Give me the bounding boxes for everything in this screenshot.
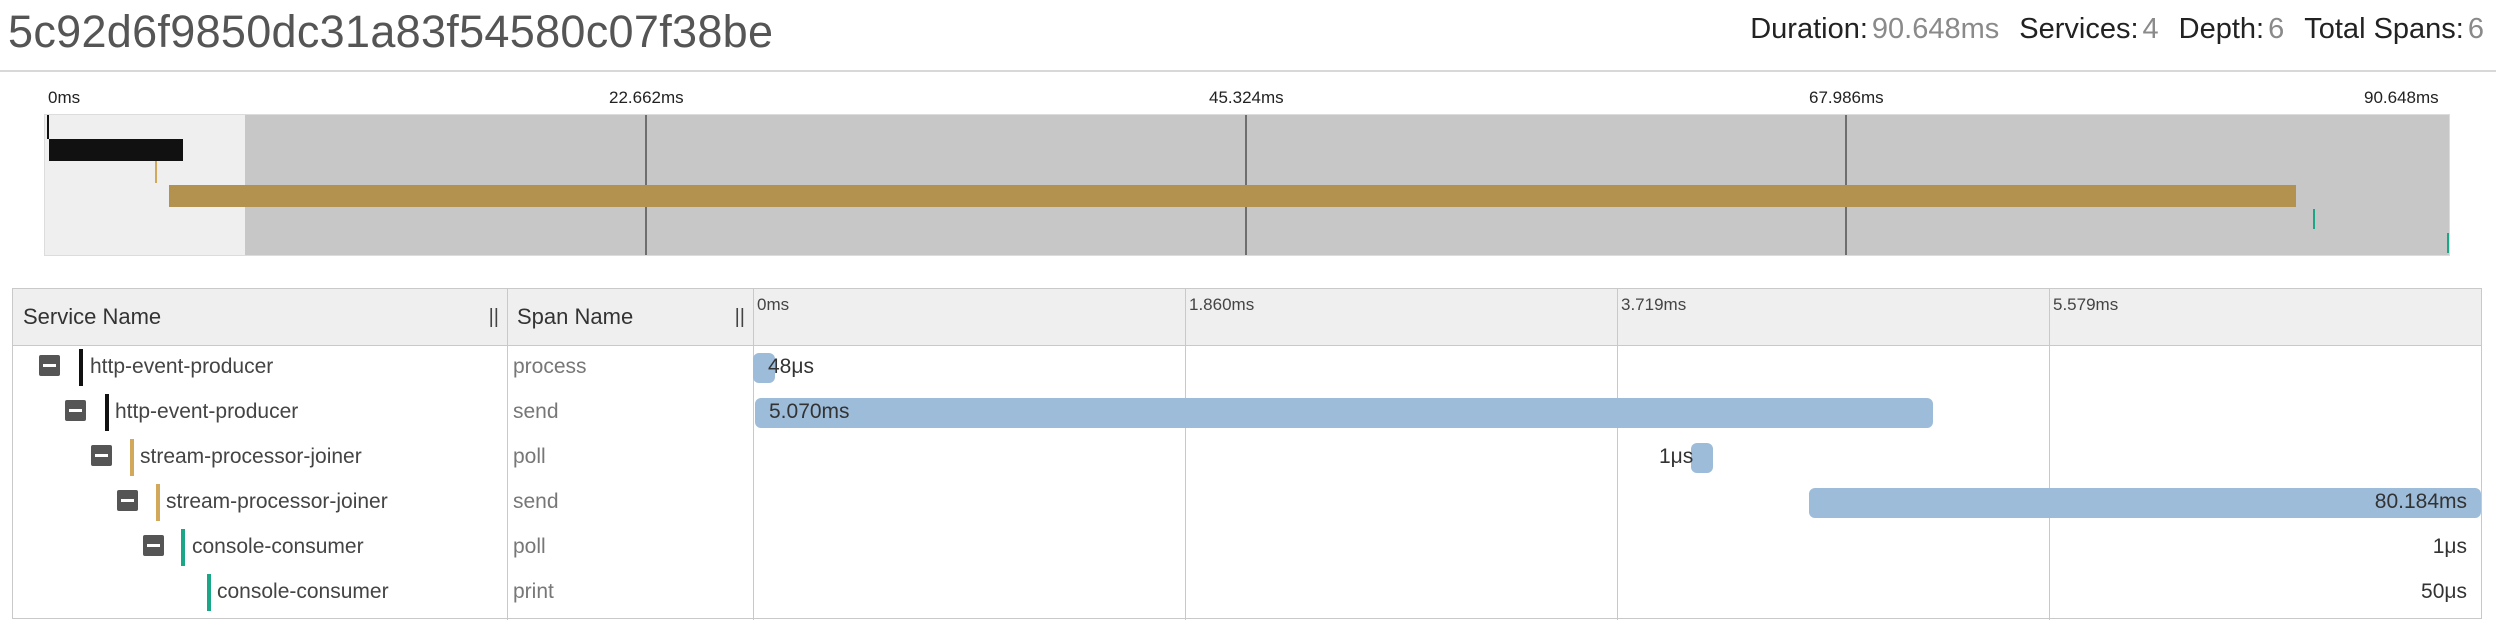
- span-row[interactable]: stream-processor-joiner poll 1μs: [13, 435, 2481, 480]
- span-duration-label: 5.070ms: [769, 400, 850, 423]
- column-resize-handle[interactable]: ||: [489, 289, 499, 345]
- span-table: Service Name || Span Name || 0ms 1.860ms…: [12, 288, 2482, 620]
- service-color-bar: [181, 529, 185, 566]
- stat-value: 6: [2268, 13, 2285, 45]
- stat-label: Duration:: [1750, 13, 1868, 45]
- span-duration-bar[interactable]: [755, 398, 1933, 428]
- span-name: print: [513, 580, 554, 603]
- trace-minimap[interactable]: [44, 114, 2450, 256]
- column-resize-handle[interactable]: ||: [735, 289, 745, 345]
- span-row[interactable]: http-event-producer process 48μs: [13, 345, 2481, 390]
- service-color-bar: [79, 349, 83, 386]
- timeline-tick-label: 1.860ms: [1189, 295, 1255, 314]
- trace-id: 5c92d6f9850dc31a83f54580c07f38be: [8, 6, 774, 57]
- service-color-bar: [156, 484, 160, 521]
- service-name: stream-processor-joiner: [140, 445, 362, 468]
- service-name: http-event-producer: [115, 400, 299, 423]
- minimap-tick-label: 67.986ms: [1809, 88, 1884, 107]
- collapse-toggle-icon[interactable]: [117, 490, 138, 511]
- minimap-tick-label: 45.324ms: [1209, 88, 1284, 107]
- service-name: stream-processor-joiner: [166, 490, 388, 513]
- span-duration-label: 1μs: [2432, 535, 2467, 558]
- minimap-span-send: [49, 139, 183, 161]
- timeline-tick-label: 3.719ms: [1621, 295, 1687, 314]
- stat-value: 90.648ms: [1871, 13, 2000, 45]
- span-row[interactable]: console-consumer poll 1μs: [13, 525, 2481, 570]
- minimap-time-labels: 0ms 22.662ms 45.324ms 67.986ms 90.648ms: [44, 88, 2448, 112]
- timeline-tick-label: 5.579ms: [2053, 295, 2119, 314]
- span-duration-label: 1μs: [1659, 445, 1694, 468]
- stat-total-spans: Total Spans: 6: [2304, 13, 2484, 46]
- span-row[interactable]: stream-processor-joiner send 80.184ms: [13, 480, 2481, 525]
- span-name: process: [513, 355, 587, 378]
- column-header-span[interactable]: Span Name ||: [507, 289, 753, 345]
- timeline-tick-label: 0ms: [757, 295, 790, 314]
- service-name: console-consumer: [192, 535, 364, 558]
- service-name: http-event-producer: [90, 355, 274, 378]
- span-duration-bar[interactable]: [1691, 443, 1713, 473]
- collapse-toggle-icon[interactable]: [65, 400, 86, 421]
- column-title: Service Name: [23, 304, 162, 329]
- minimap-span-consumer-print: [2447, 233, 2449, 253]
- service-name: console-consumer: [217, 580, 389, 603]
- trace-header: 5c92d6f9850dc31a83f54580c07f38be Duratio…: [0, 0, 2496, 72]
- span-row[interactable]: console-consumer print 50μs: [13, 570, 2481, 615]
- stat-label: Depth:: [2178, 13, 2265, 45]
- minimap-tick-label: 22.662ms: [609, 88, 684, 107]
- minimap-span-poll: [155, 161, 157, 183]
- column-header-service[interactable]: Service Name ||: [13, 289, 507, 345]
- stat-label: Services:: [2019, 13, 2139, 45]
- span-duration-label: 48μs: [768, 355, 814, 378]
- trace-stats: Duration: 90.648ms Services: 4 Depth: 6 Tot…: [1750, 13, 2484, 46]
- minimap-span-joiner-send: [169, 185, 2296, 207]
- minimap-span-process: [47, 115, 49, 139]
- minimap-span-consumer-poll: [2313, 209, 2315, 229]
- span-name: send: [513, 490, 559, 513]
- span-row[interactable]: http-event-producer send 5.070ms: [13, 390, 2481, 435]
- stat-value: 6: [2467, 13, 2484, 45]
- column-title: Span Name: [517, 304, 634, 329]
- span-name: poll: [513, 445, 546, 468]
- stat-label: Total Spans:: [2304, 13, 2464, 45]
- stat-duration: Duration: 90.648ms: [1750, 13, 1999, 46]
- stat-depth: Depth: 6: [2179, 13, 2285, 46]
- span-name: poll: [513, 535, 546, 558]
- service-color-bar: [105, 394, 109, 431]
- collapse-toggle-icon[interactable]: [143, 535, 164, 556]
- collapse-toggle-icon[interactable]: [91, 445, 112, 466]
- stat-services: Services: 4: [2019, 13, 2158, 46]
- service-color-bar: [207, 574, 211, 611]
- collapse-toggle-icon[interactable]: [39, 355, 60, 376]
- stat-value: 4: [2142, 13, 2159, 45]
- minimap-tick-label: 90.648ms: [2364, 88, 2439, 107]
- span-duration-label: 80.184ms: [2374, 490, 2467, 513]
- minimap-tick-label: 0ms: [48, 88, 81, 107]
- span-duration-label: 50μs: [2421, 580, 2467, 603]
- span-name: send: [513, 400, 559, 423]
- service-color-bar: [130, 439, 134, 476]
